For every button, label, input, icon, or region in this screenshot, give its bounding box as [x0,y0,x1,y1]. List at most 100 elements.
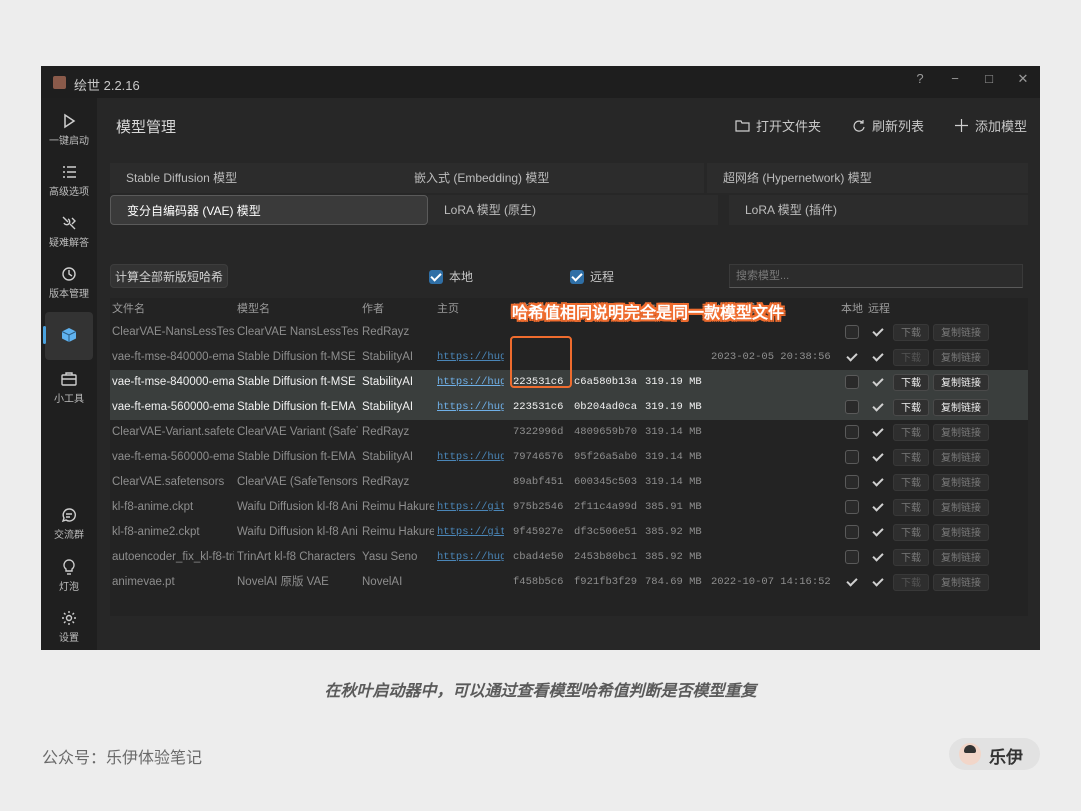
cell-home[interactable]: https://huggingface.co [437,545,504,570]
copy-link-button[interactable]: 复制链接 [933,374,989,391]
local-checkbox[interactable] [845,550,859,564]
cell-home[interactable] [437,570,504,595]
remote-checkbox[interactable] [871,375,885,389]
refresh-list-button[interactable]: 刷新列表 [851,116,924,135]
sidebar-item-launch[interactable]: 一键启动 [41,108,97,156]
remote-checkbox[interactable] [871,425,885,439]
download-button[interactable]: 下载 [893,424,929,441]
table-row[interactable]: vae-ft-ema-560000-ema Stable Diffusion ft… [110,445,1028,470]
cell-home[interactable]: https://github.com [437,520,504,545]
sidebar-item-tools[interactable]: 小工具 [41,366,97,414]
cell-home[interactable]: https://huggingface.co [437,395,504,420]
cell-home[interactable]: https://huggingface.co [437,370,504,395]
search-input[interactable] [729,264,1023,288]
remote-checkbox[interactable] [570,269,584,284]
column-header[interactable]: 本地 [841,299,863,319]
table-row[interactable]: kl-f8-anime2.ckpt Waifu Diffusion kl-f8 A… [110,520,1028,545]
download-button[interactable]: 下载 [893,449,929,466]
download-button[interactable]: 下载 [893,474,929,491]
download-button[interactable]: 下载 [893,499,929,516]
column-header[interactable]: 模型名 [237,299,270,319]
copy-link-button[interactable]: 复制链接 [933,524,989,541]
open-folder-button[interactable]: 打开文件夹 [735,116,821,135]
help-button[interactable]: ? [910,71,930,86]
sidebar-item-advanced[interactable]: 高级选项 [41,159,97,207]
local-checkbox[interactable] [429,269,443,284]
sidebar-item-troubleshoot[interactable]: 疑难解答 [41,210,97,258]
copy-link-button[interactable]: 复制链接 [933,474,989,491]
sidebar-item-models[interactable] [43,312,93,360]
sidebar-item-bulb[interactable]: 灯泡 [41,554,97,602]
local-checkbox[interactable] [845,575,859,589]
sidebar-item-label: 交流群 [54,530,84,541]
sidebar-item-label: 版本管理 [49,289,89,300]
maximize-button[interactable]: □ [979,71,999,86]
tab-lora-plugin[interactable]: LoRA 模型 (插件) [729,195,1028,225]
filter-remote[interactable]: 远程 [570,268,614,285]
copy-link-button[interactable]: 复制链接 [933,349,989,366]
copy-link-button[interactable]: 复制链接 [933,324,989,341]
download-button[interactable]: 下载 [893,399,929,416]
copy-link-button[interactable]: 复制链接 [933,549,989,566]
download-button[interactable]: 下载 [893,524,929,541]
table-row[interactable]: animevae.pt NovelAI 原版 VAE NovelAI f458b5c6… [110,570,1028,595]
sidebar-item-version[interactable]: 版本管理 [41,261,97,309]
copy-link-button[interactable]: 复制链接 [933,424,989,441]
tab-lora[interactable]: LoRA 模型 (原生) [428,195,718,225]
download-button[interactable]: 下载 [893,374,929,391]
remote-checkbox[interactable] [871,400,885,414]
cell-home[interactable] [437,320,504,345]
download-button[interactable]: 下载 [893,349,929,366]
remote-checkbox[interactable] [871,450,885,464]
table-row[interactable]: vae-ft-ema-560000-ema Stable Diffusion ft… [110,395,1028,420]
remote-checkbox[interactable] [871,475,885,489]
tab-embedding[interactable]: 嵌入式 (Embedding) 模型 [398,163,704,193]
local-checkbox[interactable] [845,425,859,439]
cell-author: NovelAI [362,576,403,588]
column-header[interactable]: 文件名 [112,299,145,319]
cell-home[interactable]: https://github.com [437,495,504,520]
column-header[interactable]: 主页 [437,299,459,319]
tab-stable-diffusion[interactable]: Stable Diffusion 模型 [110,163,410,193]
tab-hypernetwork[interactable]: 超网络 (Hypernetwork) 模型 [707,163,1028,193]
remote-checkbox[interactable] [871,350,885,364]
download-button[interactable]: 下载 [893,574,929,591]
sidebar-item-community[interactable]: 交流群 [41,502,97,550]
remote-checkbox[interactable] [871,325,885,339]
minimize-button[interactable]: − [945,71,965,86]
copy-link-button[interactable]: 复制链接 [933,399,989,416]
table-row[interactable]: autoencoder_fix_kl-f8-trinartTrinArt kl-… [110,545,1028,570]
column-header[interactable]: 作者 [362,299,384,319]
remote-checkbox[interactable] [871,500,885,514]
column-header[interactable]: 远程 [868,299,890,319]
add-model-button[interactable]: 添加模型 [954,116,1027,135]
cell-home[interactable] [437,470,504,495]
download-button[interactable]: 下载 [893,324,929,341]
table-row[interactable]: ClearVAE.safetensors ClearVAE (SafeTensor… [110,470,1028,495]
tab-vae[interactable]: 变分自编码器 (VAE) 模型 [110,195,428,225]
download-button[interactable]: 下载 [893,549,929,566]
table-row[interactable]: kl-f8-anime.ckpt Waifu Diffusion kl-f8 An… [110,495,1028,520]
calc-hash-button[interactable]: 计算全部新版短哈希 [110,264,228,288]
local-checkbox[interactable] [845,450,859,464]
remote-checkbox[interactable] [871,550,885,564]
copy-link-button[interactable]: 复制链接 [933,449,989,466]
cell-home[interactable]: https://huggingface.co [437,445,504,470]
local-checkbox[interactable] [845,325,859,339]
filter-local[interactable]: 本地 [429,268,473,285]
cell-home[interactable] [437,420,504,445]
sidebar-item-settings[interactable]: 设置 [41,605,97,653]
cell-home[interactable]: https://huggingface.co [437,345,504,370]
remote-checkbox[interactable] [871,525,885,539]
table-row[interactable]: ClearVAE-Variant.safetensorsClearVAE Var… [110,420,1028,445]
local-checkbox[interactable] [845,350,859,364]
local-checkbox[interactable] [845,375,859,389]
local-checkbox[interactable] [845,400,859,414]
local-checkbox[interactable] [845,475,859,489]
copy-link-button[interactable]: 复制链接 [933,574,989,591]
local-checkbox[interactable] [845,525,859,539]
local-checkbox[interactable] [845,500,859,514]
close-button[interactable]: ✕ [1013,71,1033,87]
remote-checkbox[interactable] [871,575,885,589]
copy-link-button[interactable]: 复制链接 [933,499,989,516]
